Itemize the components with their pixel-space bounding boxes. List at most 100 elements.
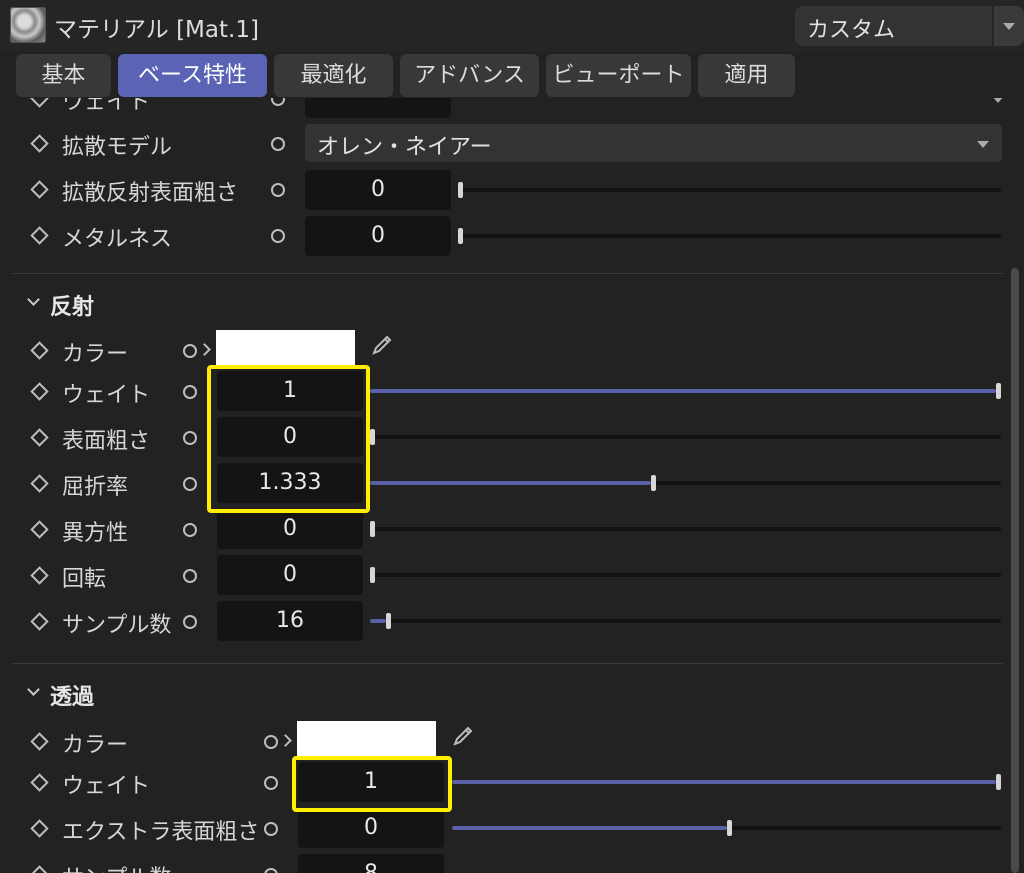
- chevron-down-icon[interactable]: [992, 98, 1004, 103]
- reflection-row: 異方性 0: [0, 508, 1024, 550]
- parameter-label: 異方性: [62, 521, 129, 546]
- slider-handle[interactable]: [458, 228, 463, 244]
- circle-icon[interactable]: [271, 183, 285, 197]
- chevron-down-icon[interactable]: [27, 293, 40, 306]
- parameter-field[interactable]: 8: [298, 854, 444, 873]
- parameter-slider[interactable]: [452, 774, 1001, 790]
- slider-handle[interactable]: [385, 613, 391, 629]
- parameter-slider[interactable]: [370, 567, 1001, 583]
- circle-icon[interactable]: [183, 523, 197, 537]
- diamond-icon[interactable]: [30, 520, 49, 539]
- tab-apply[interactable]: 適用: [698, 54, 795, 97]
- slider-fill: [370, 619, 386, 623]
- circle-icon[interactable]: [183, 385, 197, 399]
- slider-handle[interactable]: [650, 475, 656, 491]
- diamond-icon[interactable]: [30, 134, 49, 153]
- material-thumbnail[interactable]: [10, 7, 46, 43]
- reflection-row: 表面粗さ 0: [0, 416, 1024, 458]
- diamond-icon[interactable]: [30, 732, 49, 751]
- parameter-slider[interactable]: [370, 521, 1001, 537]
- parameter-field[interactable]: 0: [298, 808, 444, 848]
- slider-handle[interactable]: [996, 383, 1001, 399]
- diamond-icon[interactable]: [30, 428, 49, 447]
- parameter-field[interactable]: 16: [217, 601, 363, 641]
- eyedropper-icon[interactable]: [451, 724, 475, 748]
- chevron-down-icon[interactable]: [27, 683, 40, 696]
- tab-basic[interactable]: 基本: [16, 54, 111, 97]
- circle-icon[interactable]: [264, 822, 278, 836]
- eyedropper-icon[interactable]: [370, 333, 394, 357]
- slider-handle[interactable]: [996, 774, 1001, 790]
- parameter-slider[interactable]: [452, 820, 1001, 836]
- circle-icon[interactable]: [271, 98, 285, 106]
- parameter-label: 回転: [62, 567, 107, 592]
- diamond-icon[interactable]: [30, 341, 49, 360]
- parameter-slider[interactable]: [370, 475, 1001, 491]
- diamond-icon[interactable]: [30, 566, 49, 585]
- diffuse-model-dropdown[interactable]: オレン・ネイアー: [305, 124, 1002, 162]
- metalness-row: メタルネス 0: [0, 214, 1024, 256]
- metalness-field[interactable]: 0: [305, 216, 451, 256]
- diamond-icon[interactable]: [30, 98, 49, 108]
- diffuse-weight-row: ウェイト: [0, 98, 1024, 118]
- circle-icon[interactable]: [183, 431, 197, 445]
- reflection-row: サンプル数 16: [0, 600, 1024, 642]
- transmission-row: ウェイト 1: [0, 761, 1024, 803]
- circle-icon[interactable]: [271, 137, 285, 151]
- parameter-slider[interactable]: [370, 429, 1001, 445]
- parameter-slider[interactable]: [370, 383, 1001, 399]
- diffuse-roughness-slider[interactable]: [458, 182, 1001, 198]
- tab-optimize[interactable]: 最適化: [274, 54, 393, 97]
- circle-icon[interactable]: [264, 776, 278, 790]
- diamond-icon[interactable]: [30, 773, 49, 792]
- transmission-color-swatch[interactable]: [297, 721, 436, 759]
- preset-value: カスタム: [807, 18, 896, 43]
- dropdown-arrow-icon[interactable]: [994, 6, 1024, 46]
- slider-handle[interactable]: [370, 429, 375, 445]
- circle-icon[interactable]: [183, 615, 197, 629]
- slider-handle[interactable]: [370, 521, 375, 537]
- diamond-icon[interactable]: [30, 612, 49, 631]
- metalness-slider[interactable]: [458, 228, 1001, 244]
- circle-icon[interactable]: [183, 477, 197, 491]
- diamond-icon[interactable]: [30, 819, 49, 838]
- circle-icon[interactable]: [264, 868, 278, 873]
- vertical-scrollbar[interactable]: [1011, 268, 1019, 873]
- slider-fill: [452, 826, 727, 830]
- diamond-icon[interactable]: [30, 226, 49, 245]
- reflection-row: ウェイト 1: [0, 370, 1024, 412]
- diffuse-weight-field[interactable]: [305, 98, 451, 118]
- diffuse-roughness-label: 拡散反射表面粗さ: [62, 181, 239, 206]
- diamond-icon[interactable]: [30, 382, 49, 401]
- divider: [12, 663, 1003, 664]
- circle-icon[interactable]: [183, 569, 197, 583]
- tab-base-properties[interactable]: ベース特性: [118, 54, 267, 97]
- transmission-section-title[interactable]: 透過: [50, 679, 94, 711]
- diamond-icon[interactable]: [30, 180, 49, 199]
- tab-advanced[interactable]: アドバンス: [400, 54, 539, 97]
- parameter-field[interactable]: 0: [217, 555, 363, 595]
- parameter-slider[interactable]: [370, 613, 1001, 629]
- slider-handle[interactable]: [458, 182, 463, 198]
- tab-viewport[interactable]: ビューポート: [546, 54, 691, 97]
- circle-icon[interactable]: [183, 344, 197, 358]
- attributes-content: ウェイト 拡散モデル オレン・ネイアー 拡散反射表面粗さ 0 メタルネス 0 反…: [0, 98, 1024, 873]
- parameter-label: ウェイト: [62, 774, 151, 799]
- diffuse-model-value: オレン・ネイアー: [317, 135, 492, 160]
- parameter-field[interactable]: 0: [217, 509, 363, 549]
- slider-handle[interactable]: [726, 820, 732, 836]
- diffuse-model-row: 拡散モデル オレン・ネイアー: [0, 122, 1024, 164]
- parameter-label: エクストラ表面粗さ: [62, 820, 260, 845]
- diffuse-roughness-field[interactable]: 0: [305, 170, 451, 210]
- diamond-icon[interactable]: [30, 865, 49, 873]
- chevron-right-icon[interactable]: [198, 343, 211, 356]
- reflection-section-title[interactable]: 反射: [50, 289, 94, 321]
- circle-icon[interactable]: [264, 735, 278, 749]
- slider-handle[interactable]: [370, 567, 375, 583]
- preset-dropdown[interactable]: カスタム: [795, 6, 992, 46]
- circle-icon[interactable]: [271, 229, 285, 243]
- chevron-right-icon[interactable]: [279, 734, 292, 747]
- diamond-icon[interactable]: [30, 474, 49, 493]
- reflection-color-swatch[interactable]: [216, 330, 355, 368]
- transmission-parameter-rows: ウェイト1 エクストラ表面粗さ 0 サンプル数 8: [0, 761, 1024, 873]
